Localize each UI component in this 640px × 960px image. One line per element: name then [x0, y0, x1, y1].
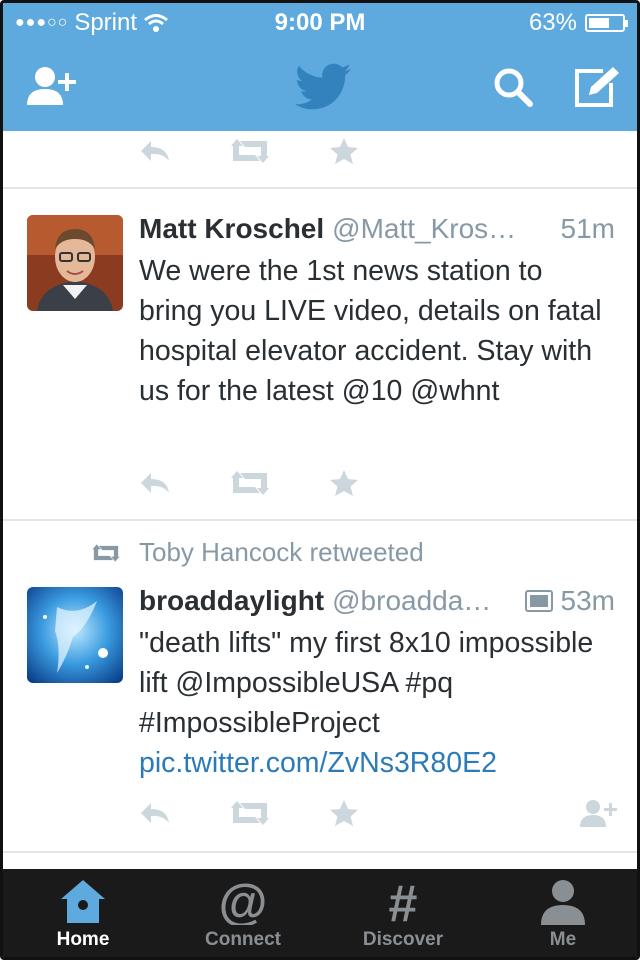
svg-text:#: #	[389, 877, 418, 925]
tweet-author-handle[interactable]: @broadda…	[332, 585, 491, 616]
reply-icon[interactable]	[139, 471, 171, 495]
tweet-text: "death lifts" my first 8x10 impossible l…	[139, 623, 607, 783]
favorite-icon[interactable]	[329, 469, 359, 497]
tweet-author-name[interactable]: broaddaylight	[139, 585, 324, 616]
retweet-icon[interactable]	[229, 799, 271, 827]
tab-label: Discover	[362, 929, 444, 950]
divider	[3, 187, 637, 189]
divider	[3, 851, 637, 853]
tweet-body: "death lifts" my first 8x10 impossible l…	[139, 627, 594, 739]
battery-percent: 63%	[528, 9, 577, 36]
home-icon	[61, 880, 105, 923]
battery-icon	[585, 14, 628, 32]
tweet-actions	[139, 137, 417, 165]
tab-me[interactable]: Me	[483, 869, 637, 957]
tab-label: Me	[549, 929, 577, 950]
bottom-tab-bar: Home @ Connect # Discover Me	[3, 869, 637, 957]
retweet-icon	[92, 543, 120, 562]
retweet-icon[interactable]	[229, 137, 271, 165]
tweet-header: broaddaylight @broadda… 53m	[139, 581, 615, 621]
favorite-icon[interactable]	[329, 799, 359, 827]
tab-label: Connect	[205, 929, 281, 950]
retweeted-by-label[interactable]: Toby Hancock retweeted	[139, 537, 424, 568]
photo-icon	[524, 590, 553, 612]
follow-user-icon[interactable]	[579, 799, 619, 829]
divider	[3, 519, 637, 521]
tab-label: Home	[56, 929, 110, 950]
avatar[interactable]	[27, 587, 123, 683]
top-nav-bar	[3, 43, 637, 131]
tab-connect[interactable]: @ Connect	[163, 869, 323, 957]
search-icon[interactable]	[493, 67, 533, 107]
tab-home[interactable]: Home	[3, 869, 163, 957]
reply-icon[interactable]	[139, 801, 171, 825]
tweet-author-name[interactable]: Matt Kroschel	[139, 213, 324, 244]
reply-icon[interactable]	[139, 139, 171, 163]
tweet-timestamp: 51m	[560, 213, 615, 244]
tweet-author-handle[interactable]: @Matt_Kros…	[332, 213, 516, 244]
status-bar: ●●●○○ Sprint 9:00 PM 63%	[3, 3, 637, 43]
person-icon	[541, 880, 585, 925]
tweet-text: We were the 1st news station to bring yo…	[139, 255, 602, 407]
tweet-timestamp-group: 53m	[524, 581, 615, 621]
tweet-actions	[139, 799, 417, 827]
battery-status: 63%	[528, 9, 628, 37]
compose-icon[interactable]	[573, 65, 621, 109]
twitter-bird-icon	[295, 63, 351, 110]
phone-screen: ●●●○○ Sprint 9:00 PM 63% Matt Kroschel @…	[0, 0, 640, 960]
tweet-header: Matt Kroschel @Matt_Kros… 51m	[139, 209, 615, 249]
timeline[interactable]: Matt Kroschel @Matt_Kros… 51m We were the…	[3, 131, 637, 875]
tab-discover[interactable]: # Discover	[323, 869, 483, 957]
svg-text:@: @	[219, 877, 268, 925]
tweet-link[interactable]: pic.twitter.com/ZvNs3R80E2	[139, 747, 497, 779]
retweet-context: Toby Hancock retweeted	[91, 537, 424, 568]
at-icon: @	[219, 877, 268, 925]
avatar[interactable]	[27, 215, 123, 311]
tweet-actions	[139, 469, 417, 497]
tweet-timestamp: 53m	[560, 585, 615, 616]
favorite-icon[interactable]	[329, 137, 359, 165]
add-user-icon[interactable]	[25, 65, 79, 109]
retweet-icon[interactable]	[229, 469, 271, 497]
hashtag-icon: #	[389, 877, 418, 925]
